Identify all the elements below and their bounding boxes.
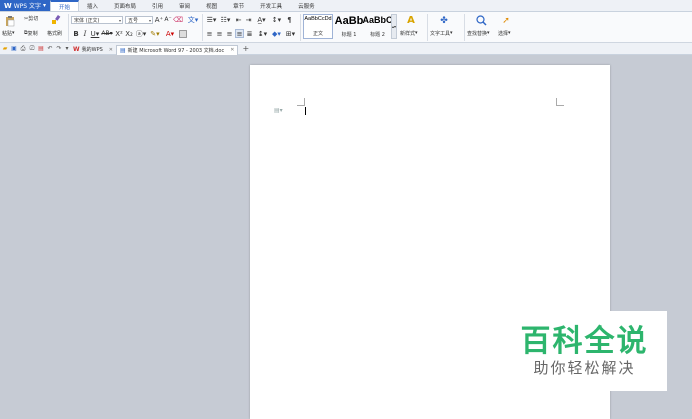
grow-font-icon[interactable]: A⁺	[155, 15, 163, 24]
numbered-list-icon[interactable]: ☷▾	[219, 15, 232, 24]
tab-references[interactable]: 引用	[144, 0, 171, 11]
document-tab-bar: ▰ ▣ ⎙ ⎚ ▤ ↶ ↷ ▾ W 我的WPS ✕ ▤ 新建 Microsoft…	[0, 43, 692, 55]
separator	[300, 14, 301, 41]
close-icon[interactable]: ✕	[230, 47, 234, 53]
clear-format-icon[interactable]: ⌫	[173, 15, 183, 24]
bold-icon[interactable]: B	[72, 29, 80, 38]
chinese-layout-icon[interactable]: A̲▾	[255, 15, 268, 24]
margin-corner-top-left	[297, 98, 305, 106]
line-spacing-icon[interactable]: ↨▾	[256, 29, 269, 38]
separator	[427, 14, 428, 41]
brush-icon[interactable]	[50, 14, 62, 26]
tab-developer[interactable]: 开发工具	[252, 0, 290, 11]
search-icon[interactable]	[474, 14, 488, 27]
shading-icon[interactable]: ◆▾	[270, 29, 283, 38]
menu-bar: W WPS 文字 ▾ 开始 插入 页面布局 引用 审阅 视图 章节 开发工具 云…	[0, 0, 692, 12]
watermark-title: 百科全说	[520, 323, 649, 359]
format-painter-button[interactable]: 格式刷	[47, 29, 69, 37]
text-tools-button[interactable]: 文字工具 ▾	[430, 29, 460, 37]
app-menu-button[interactable]: W WPS 文字 ▾	[0, 0, 50, 11]
style-heading-2[interactable]: AaBbC 标题 2	[363, 14, 393, 39]
find-replace-button[interactable]: 查找替换 ▾	[467, 29, 497, 37]
show-marks-icon[interactable]: ¶	[285, 15, 294, 24]
text-effect-icon[interactable]: ⓐ▾	[135, 29, 147, 38]
wps-logo-icon: W	[73, 46, 80, 53]
distribute-icon[interactable]: ≣	[245, 29, 254, 38]
decrease-indent-icon[interactable]: ⇤	[234, 15, 243, 24]
tab-my-wps[interactable]: W 我的WPS ✕	[70, 45, 116, 55]
separator	[68, 14, 69, 41]
export-pdf-icon[interactable]: ▤	[37, 45, 45, 53]
shrink-font-icon[interactable]: A⁻	[164, 15, 172, 24]
increase-indent-icon[interactable]: ⇥	[244, 15, 253, 24]
border-icon[interactable]: ⊞▾	[284, 29, 297, 38]
new-tab-button[interactable]: +	[242, 44, 249, 53]
text-tools-icon[interactable]: ✤	[437, 14, 451, 27]
tab-cloud[interactable]: 云服务	[290, 0, 323, 11]
superscript-icon[interactable]: X²	[114, 29, 124, 38]
text-cursor	[305, 107, 306, 115]
tab-home[interactable]: 开始	[50, 0, 80, 11]
styles-scroll[interactable]: ▴▾	[391, 14, 397, 39]
style-normal[interactable]: AaBbCcDd 正文	[303, 14, 333, 39]
document-icon: ▤	[119, 46, 126, 54]
paste-button[interactable]: 粘贴 ▾	[2, 29, 24, 37]
watermark-subtitle: 助你轻松解决	[533, 358, 636, 377]
separator	[202, 14, 203, 41]
print-icon[interactable]: ⎚	[28, 45, 36, 53]
font-size-select[interactable]: 五号 ▾	[125, 16, 153, 24]
copy-button[interactable]: ⧉ 复制	[24, 29, 48, 37]
margin-corner-top-right	[556, 98, 564, 106]
select-button[interactable]: 选择 ▾	[498, 29, 518, 37]
subscript-icon[interactable]: X₂	[124, 29, 134, 38]
paragraph-options-icon[interactable]: ▤▾	[274, 107, 283, 114]
char-shading-icon[interactable]	[178, 29, 188, 38]
tab-insert[interactable]: 插入	[79, 0, 106, 11]
tab-document[interactable]: ▤ 新建 Microsoft Word 97 - 2003 文档.doc ✕	[115, 44, 239, 55]
wps-logo-icon: W	[4, 1, 12, 10]
new-style-icon[interactable]: A	[404, 14, 418, 27]
align-right-icon[interactable]: ≡	[225, 29, 234, 38]
align-center-icon[interactable]: ≡	[215, 29, 224, 38]
align-left-icon[interactable]: ≡	[205, 29, 214, 38]
chevron-down-icon: ▾	[43, 2, 47, 9]
tab-page-layout[interactable]: 页面布局	[106, 0, 144, 11]
new-style-button[interactable]: 新样式 ▾	[400, 29, 424, 37]
separator	[464, 14, 465, 41]
undo-icon[interactable]: ↶	[46, 45, 54, 53]
style-heading-1[interactable]: AaBb 标题 1	[335, 14, 364, 39]
underline-icon[interactable]: U▾	[90, 29, 100, 38]
tab-section[interactable]: 章节	[225, 0, 252, 11]
sort-icon[interactable]: ↕▾	[270, 15, 283, 24]
highlight-icon[interactable]: ✎▾	[148, 29, 162, 38]
save-icon[interactable]: ▣	[10, 45, 18, 53]
open-folder-icon[interactable]: ▰	[1, 45, 9, 53]
font-name-select[interactable]: 宋体 (正文) ▾	[71, 16, 123, 24]
paste-icon[interactable]	[3, 14, 17, 28]
cut-button[interactable]: ✂ 剪切	[24, 15, 48, 23]
phonetic-icon[interactable]: 文▾	[186, 15, 200, 24]
strikethrough-icon[interactable]: AB▾	[101, 29, 113, 38]
ribbon: 粘贴 ▾ ✂ 剪切 ⧉ 复制 格式刷 宋体 (正文) ▾ 五号 ▾ A⁺ A⁻ ⌫ 文▾ …	[0, 12, 692, 43]
chevron-down-icon: ▾	[148, 17, 151, 23]
font-color-icon[interactable]: A▾	[163, 29, 177, 38]
tab-view[interactable]: 视图	[198, 0, 225, 11]
select-cursor-icon[interactable]: ➚	[500, 14, 512, 27]
redo-icon[interactable]: ↷	[55, 45, 63, 53]
tab-review[interactable]: 审阅	[171, 0, 198, 11]
chevron-down-icon: ▾	[118, 17, 121, 23]
bullet-list-icon[interactable]: ☰▾	[205, 15, 218, 24]
print-preview-icon[interactable]: ⎙	[19, 45, 27, 53]
italic-icon[interactable]: I	[81, 29, 89, 38]
close-icon[interactable]: ✕	[109, 47, 113, 53]
watermark: 百科全说 助你轻松解决	[502, 311, 667, 391]
align-justify-icon[interactable]: ≡	[235, 29, 244, 38]
app-name: WPS 文字	[13, 3, 42, 10]
